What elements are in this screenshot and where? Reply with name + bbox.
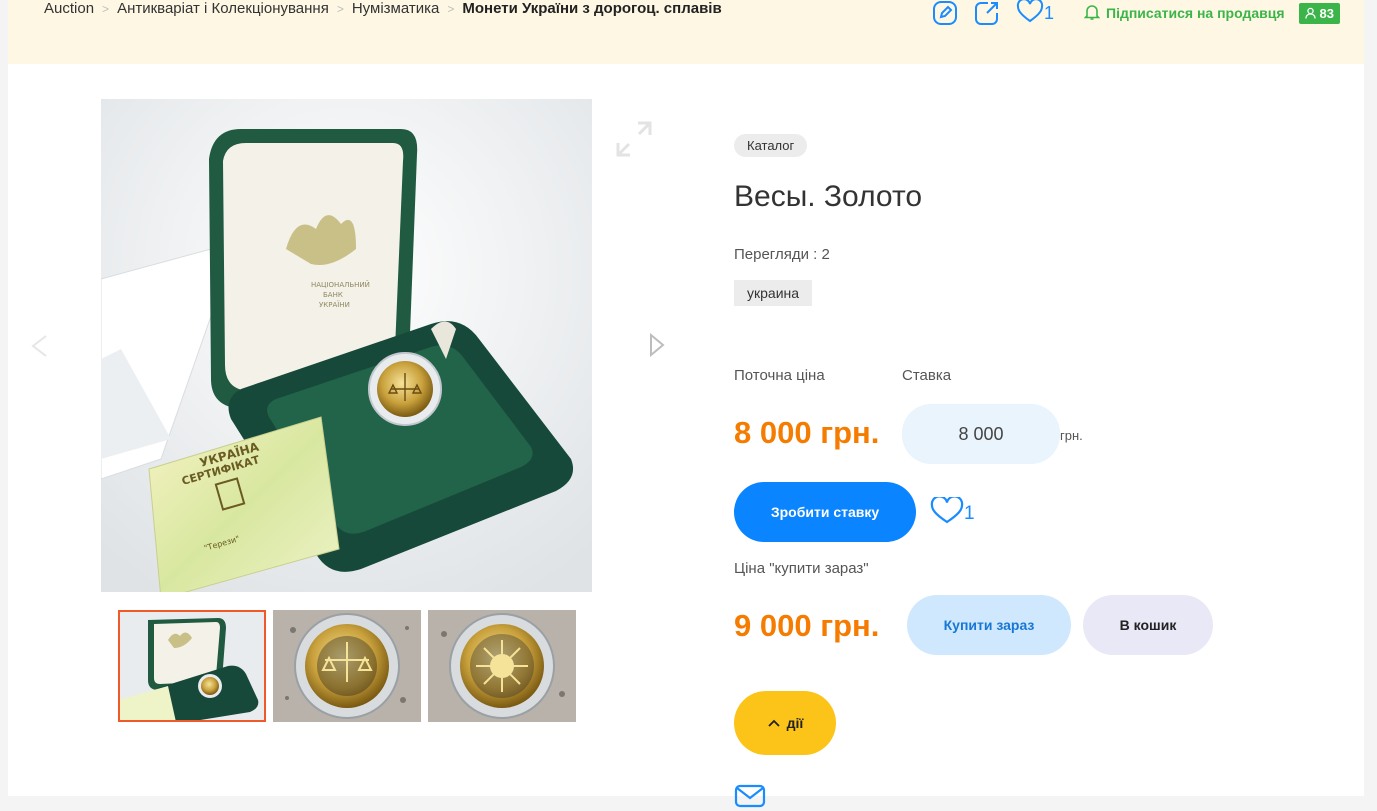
heart-icon [930, 495, 964, 531]
message-row[interactable] [734, 784, 766, 811]
favorite-button[interactable]: 1 [1016, 0, 1054, 28]
chevron-right-icon [650, 332, 665, 358]
views-count: Перегляди : 2 [734, 246, 830, 263]
bell-icon [1083, 3, 1106, 24]
gallery-thumbnail[interactable] [118, 610, 266, 722]
subscribe-label: Підписатися на продавця [1106, 5, 1285, 21]
catalog-badge[interactable]: Каталог [734, 134, 808, 157]
buy-now-price: 9 000 грн. [734, 608, 880, 643]
breadcrumb-separator: > [336, 2, 344, 16]
product-tag[interactable]: украина [734, 280, 813, 306]
product-card: НАЦІОНАЛЬНИЙ БАНК УКРАЇНИ УКРАЇНА СЕРТИФ… [8, 64, 1364, 808]
breadcrumb-current: Монети України з дорогоц. сплавів [462, 0, 722, 17]
gallery-thumbnail[interactable] [428, 610, 576, 722]
svg-text:НАЦІОНАЛЬНИЙ: НАЦІОНАЛЬНИЙ [311, 280, 370, 289]
seller-rating-badge: 83 [1298, 2, 1340, 24]
breadcrumb-item-numismatics[interactable]: Нумізматика [352, 0, 440, 17]
svg-text:БАНК: БАНК [323, 291, 343, 299]
coin-box-photo: НАЦІОНАЛЬНИЙ БАНК УКРАЇНИ УКРАЇНА СЕРТИФ… [101, 99, 592, 592]
place-bid-button[interactable]: Зробити ставку [734, 482, 916, 542]
breadcrumb-item-auction[interactable]: Auction [44, 0, 94, 17]
subscribe-seller-link[interactable]: Підписатися на продавця [1083, 3, 1285, 24]
chevron-up-icon [768, 719, 780, 727]
coin-obverse-photo [428, 610, 576, 722]
gallery-prev-button[interactable] [30, 334, 50, 363]
product-title: Весы. Золото [734, 180, 923, 213]
current-price-label: Поточна ціна [734, 367, 825, 384]
user-icon [1304, 7, 1316, 19]
favorites-count: 1 [964, 503, 975, 524]
add-to-cart-button[interactable]: В кошик [1083, 595, 1213, 655]
breadcrumb-separator: > [447, 2, 455, 16]
seller-rating-value: 83 [1319, 5, 1334, 21]
bid-currency: грн. [1060, 428, 1083, 443]
heart-icon [1016, 0, 1044, 28]
gallery-thumbnail[interactable] [273, 610, 421, 722]
gallery-next-button[interactable] [648, 332, 666, 363]
edit-icon[interactable] [932, 0, 958, 26]
main-product-photo[interactable]: НАЦІОНАЛЬНИЙ БАНК УКРАЇНИ УКРАЇНА СЕРТИФ… [101, 99, 592, 592]
bid-input[interactable] [902, 404, 1060, 464]
coin-box-photo [118, 610, 266, 722]
bid-label: Ставка [902, 367, 952, 384]
breadcrumb-separator: > [102, 2, 110, 16]
buy-now-label: Ціна "купити зараз" [734, 560, 869, 577]
header-actions: 1 Підписатися на продавця 83 [932, 0, 1340, 26]
coin-reverse-photo [273, 610, 421, 722]
share-icon[interactable] [974, 0, 1000, 26]
breadcrumb-item-antiques[interactable]: Антикваріат і Колекціонування [117, 0, 329, 17]
current-price: 8 000 грн. [734, 415, 880, 450]
favorites-count: 1 [1044, 2, 1055, 23]
favorite-button[interactable]: 1 [930, 495, 975, 531]
top-bar: Auction > Антикваріат і Колекціонування > Ну… [8, 0, 1364, 64]
mail-icon [734, 784, 766, 811]
buy-now-button[interactable]: Купити зараз [907, 595, 1071, 655]
svg-text:УКРАЇНИ: УКРАЇНИ [319, 300, 350, 309]
actions-label: дії [786, 715, 804, 731]
actions-button[interactable]: дії [734, 691, 836, 755]
chevron-left-icon [31, 335, 47, 357]
breadcrumb: Auction > Антикваріат і Колекціонування > Ну… [44, 0, 734, 19]
expand-icon[interactable] [614, 119, 654, 164]
